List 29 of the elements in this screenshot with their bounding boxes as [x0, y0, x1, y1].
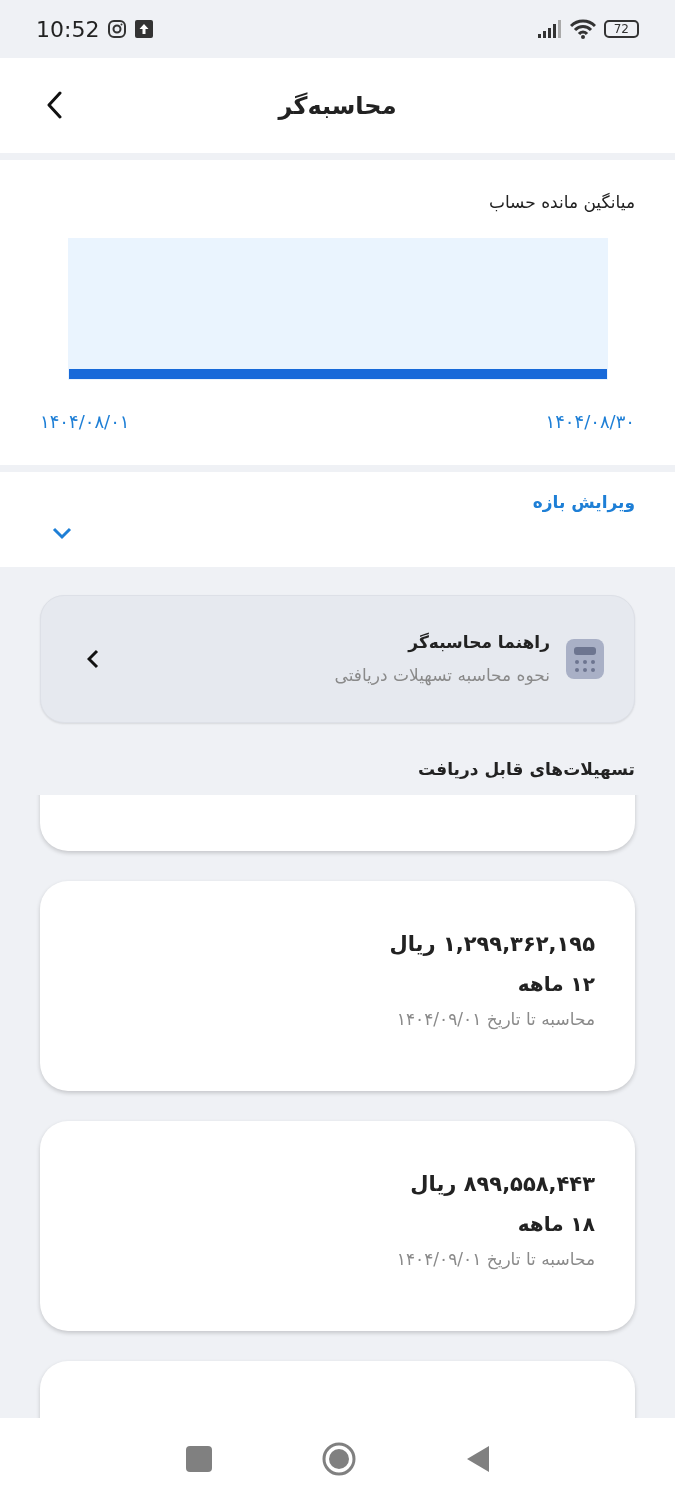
- loan-card[interactable]: ۸۹۹,۵۵۸,۴۴۳ ریال ۱۸ ماهه محاسبه تا تاریخ ۱۴۰۴/۰۹/۰۱: [40, 1121, 635, 1331]
- back-triangle-icon[interactable]: [465, 1445, 490, 1473]
- battery-indicator: 72: [603, 20, 639, 38]
- square-icon[interactable]: [185, 1446, 212, 1472]
- guide-card[interactable]: راهنما محاسبه‌گر نحوه محاسبه تسهیلات دریافتی: [40, 595, 635, 723]
- chevron-icon[interactable]: [52, 525, 72, 540]
- chart-title: میانگین مانده حساب: [487, 191, 635, 214]
- axis-label: ۱۴۰۴/۰۸/۰۱: [40, 409, 130, 434]
- calculator-icon: [566, 639, 604, 679]
- loan-card[interactable]: ۱,۲۹۹,۳۶۲,۱۹۵ ریال ۱۲ ماهه محاسبه تا تاریخ ۱۴۰۴/۰۹/۰۱: [40, 881, 635, 1091]
- wifi-icon: [569, 19, 596, 39]
- upload-icon: [135, 20, 154, 38]
- page-title: محاسبه‌گر: [278, 90, 397, 122]
- loan-amount: ۸۹۹,۵۵۸,۴۴۳ ریال: [409, 1171, 595, 1198]
- guide-subtitle: نحوه محاسبه تسهیلات دریافتی: [334, 664, 550, 688]
- guide-title: راهنما محاسبه‌گر: [406, 630, 550, 655]
- loan-amount: ۱,۲۹۹,۳۶۲,۱۹۵ ریال: [388, 931, 595, 958]
- loan-term: ۱۲ ماهه: [516, 970, 595, 998]
- axis-label: ۱۴۰۴/۰۸/۳۰: [545, 409, 635, 434]
- calculation-date: محاسبه تا تاریخ ۱۴۰۴/۰۹/۰۱: [395, 1007, 595, 1032]
- camera-icon: [107, 19, 128, 39]
- loan-term: ۱۸ ماهه: [516, 1210, 595, 1238]
- chevron-left-icon: [87, 649, 99, 669]
- signal-icon: [537, 20, 562, 38]
- section-heading: تسهیلات‌های قابل دریافت: [417, 758, 635, 781]
- calculation-date: محاسبه تا تاریخ ۱۴۰۴/۰۹/۰۱: [395, 1247, 595, 1272]
- status-time: 10:52: [36, 15, 100, 44]
- home-icon[interactable]: [321, 1442, 356, 1476]
- back-icon[interactable]: [46, 91, 62, 119]
